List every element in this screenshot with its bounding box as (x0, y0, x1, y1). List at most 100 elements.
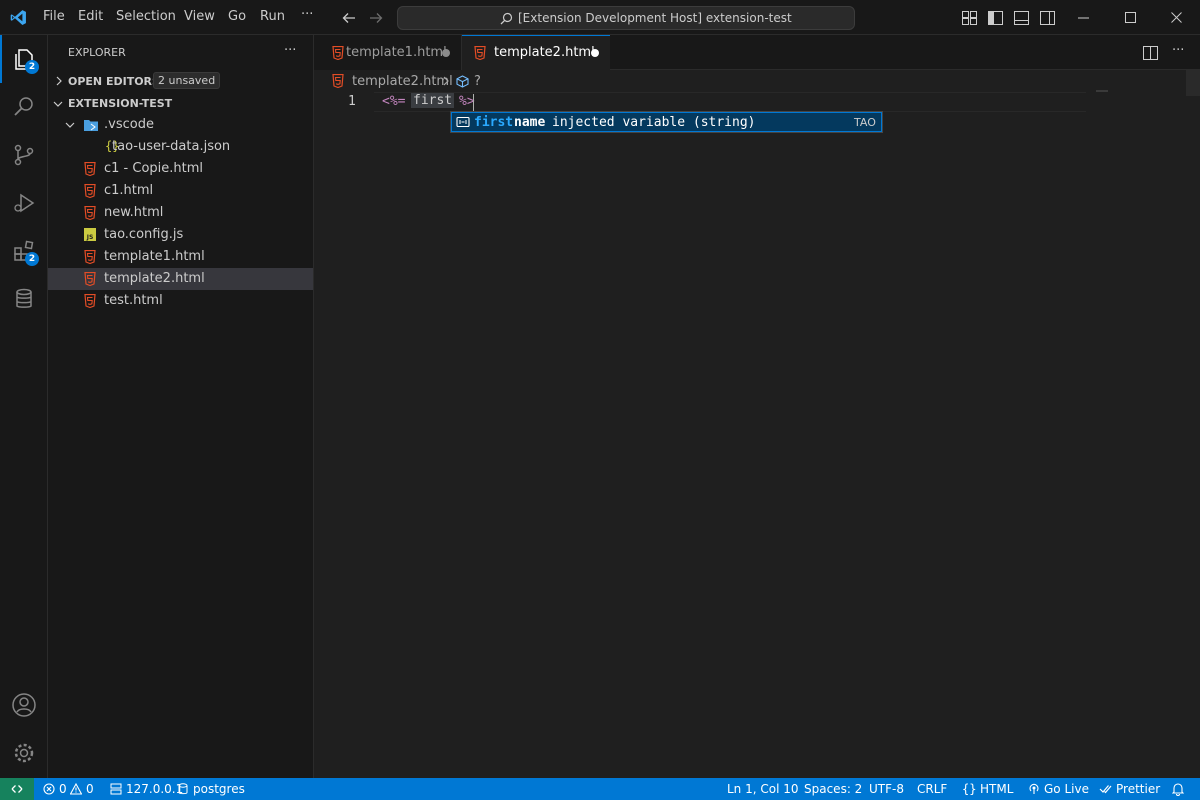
prettier-button[interactable]: Prettier (1116, 782, 1160, 796)
tree-item-new[interactable]: new.html (48, 202, 313, 224)
editor-area[interactable]: template2.html ? 1 <%= first %> (314, 70, 1200, 778)
tab-label: template1.html (346, 45, 447, 60)
toggle-primary-sidebar-icon[interactable] (988, 11, 1003, 25)
encoding[interactable]: UTF-8 (869, 782, 904, 796)
error-count[interactable]: 0 (59, 782, 67, 796)
check-double-icon (1099, 785, 1112, 794)
warning-icon (70, 783, 82, 795)
chevron-down-icon (65, 122, 75, 128)
suggest-match-text: first (474, 115, 514, 130)
split-editor-icon[interactable] (1143, 46, 1158, 60)
tree-item-c1[interactable]: c1.html (48, 180, 313, 202)
vscode-folder-icon (84, 120, 98, 131)
cursor-position[interactable]: Ln 1, Col 10 (727, 782, 799, 796)
open-editors-section[interactable]: OPEN EDITORS 2 unsaved (48, 70, 313, 92)
tree-item-c1-copie[interactable]: c1 - Copie.html (48, 158, 313, 180)
db-host[interactable]: 127.0.0.1 (126, 782, 183, 796)
status-bar: 0 0 127.0.0.1 postgres Ln 1, Col 10 Spac… (0, 778, 1200, 800)
html-file-icon (332, 74, 344, 88)
tab-label: template2.html (494, 45, 595, 60)
warning-count[interactable]: 0 (86, 782, 94, 796)
customize-layout-icon[interactable] (962, 11, 977, 25)
notifications-bell-icon[interactable] (1172, 782, 1184, 796)
language-mode[interactable]: HTML (980, 782, 1013, 796)
tree-item-tao-user-data[interactable]: {} tao-user-data.json (48, 136, 313, 158)
unsaved-dot-icon (442, 49, 450, 57)
tree-item-label: test.html (104, 293, 163, 308)
back-arrow-icon[interactable] (342, 11, 356, 25)
minimap-line (1096, 90, 1108, 92)
menu-file[interactable]: File (43, 9, 65, 24)
close-icon[interactable] (1171, 12, 1182, 23)
scrollbar-thumb[interactable] (1186, 70, 1200, 96)
activity-bar: 2 2 (0, 35, 48, 778)
tree-item-label: c1.html (104, 183, 154, 198)
tree-item-label: template2.html (104, 271, 205, 286)
tree-item-label: tao-user-data.json (112, 139, 231, 154)
forward-arrow-icon[interactable] (369, 11, 383, 25)
tab-template2-active[interactable]: template2.html (462, 35, 610, 71)
html-file-icon (332, 46, 344, 60)
editor-tab-bar: template1.html template2.html ··· (314, 35, 1200, 71)
breadcrumb-symbol[interactable]: ? (474, 74, 481, 89)
text-cursor (473, 94, 474, 111)
workspace-section[interactable]: EXTENSION-TEST (48, 92, 313, 114)
end-of-line[interactable]: CRLF (917, 782, 947, 796)
command-center-search[interactable]: [Extension Development Host] extension-t… (397, 6, 855, 30)
account-icon[interactable] (0, 681, 48, 729)
tree-item-tao-config[interactable]: JS tao.config.js (48, 224, 313, 246)
source-control-icon[interactable] (0, 131, 48, 179)
html-file-icon (84, 272, 96, 286)
indentation[interactable]: Spaces: 2 (804, 782, 862, 796)
explorer-icon[interactable]: 2 (0, 35, 48, 83)
menu-edit[interactable]: Edit (78, 9, 103, 24)
line-number: 1 (348, 94, 356, 109)
error-icon (43, 783, 55, 795)
tree-item-test[interactable]: test.html (48, 290, 313, 312)
database-icon (178, 783, 188, 795)
run-debug-icon[interactable] (0, 179, 48, 227)
explorer-badge: 2 (25, 60, 39, 74)
workspace-label: EXTENSION-TEST (68, 97, 173, 110)
tree-item-template2-selected[interactable]: template2.html (48, 268, 313, 290)
search-view-icon[interactable] (0, 83, 48, 131)
menu-selection[interactable]: Selection (116, 9, 176, 24)
toggle-panel-icon[interactable] (1014, 11, 1029, 25)
db-name[interactable]: postgres (193, 782, 245, 796)
extensions-icon[interactable]: 2 (0, 227, 48, 275)
open-editors-label: OPEN EDITORS (68, 75, 160, 88)
tab-template1[interactable]: template1.html (314, 35, 462, 70)
title-bar: File Edit Selection View Go Run ··· [Ext… (0, 0, 1200, 35)
server-icon (110, 783, 122, 795)
suggest-rest-text: name (514, 115, 546, 130)
braces-icon: {} (962, 782, 977, 796)
menu-go[interactable]: Go (228, 9, 246, 24)
suggest-item-firstname[interactable]: first name injected variable (string) TA… (451, 112, 882, 132)
chevron-right-icon (56, 76, 62, 86)
tree-item-label: tao.config.js (104, 227, 184, 242)
database-icon[interactable] (0, 275, 48, 323)
editor-more-button[interactable]: ··· (1172, 43, 1184, 58)
html-file-icon (84, 250, 96, 264)
tree-item-template1[interactable]: template1.html (48, 246, 313, 268)
maximize-icon[interactable] (1125, 12, 1136, 23)
breadcrumb-file[interactable]: template2.html (352, 74, 453, 89)
extensions-badge: 2 (25, 252, 39, 266)
menu-run[interactable]: Run (260, 9, 285, 24)
menu-view[interactable]: View (184, 9, 215, 24)
tree-item-vscode-folder[interactable]: .vscode (48, 114, 313, 136)
menu-more-button[interactable]: ··· (301, 7, 313, 22)
js-file-icon: JS (84, 228, 96, 241)
command-center-text: [Extension Development Host] extension-t… (518, 11, 792, 25)
chevron-down-icon (53, 101, 63, 107)
remote-indicator[interactable] (0, 778, 34, 800)
html-file-icon (84, 184, 96, 198)
sidebar-title: EXPLORER (68, 46, 126, 59)
html-file-icon (84, 162, 96, 176)
sidebar-more-button[interactable]: ··· (284, 43, 296, 58)
toggle-secondary-sidebar-icon[interactable] (1040, 11, 1055, 25)
go-live-button[interactable]: Go Live (1044, 782, 1089, 796)
settings-gear-icon[interactable] (0, 729, 48, 777)
minimize-icon[interactable] (1078, 17, 1089, 19)
symbol-variable-icon (456, 75, 469, 88)
